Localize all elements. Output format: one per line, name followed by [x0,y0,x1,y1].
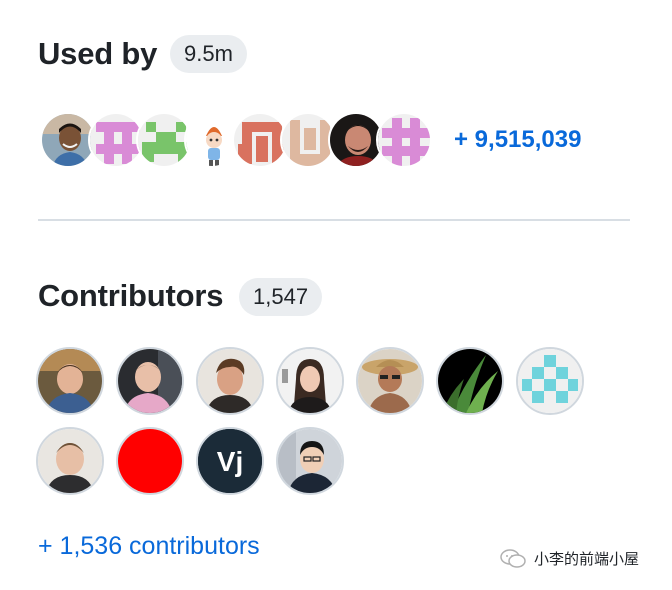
contributor-avatar[interactable] [36,427,104,495]
contributor-avatar[interactable] [116,427,184,495]
dependent-avatar[interactable] [376,112,432,168]
contributor-avatar[interactable] [116,347,184,415]
contributors-heading: Contributors [38,278,224,313]
contributor-avatar[interactable] [276,427,344,495]
contributor-avatar[interactable] [516,347,584,415]
watermark: 小李的前端小屋 [500,548,639,569]
contributor-avatar[interactable] [36,347,104,415]
contributor-avatar[interactable] [196,347,264,415]
contributor-avatar[interactable] [436,347,504,415]
contributor-avatar[interactable] [356,347,424,415]
contributor-avatar[interactable] [276,347,344,415]
section-divider [38,219,630,221]
svg-text:Vj: Vj [217,446,243,477]
contributors-more-link[interactable]: + 1,536 contributors [38,532,260,561]
used-by-more-link[interactable]: + 9,515,039 [454,126,581,154]
contributors-count-badge: 1,547 [239,278,323,316]
used-by-heading: Used by [38,36,158,71]
used-by-count-badge: 9.5m [170,35,247,73]
chat-bubble-icon [500,548,526,569]
contributor-avatar[interactable]: Vj [196,427,264,495]
watermark-text: 小李的前端小屋 [534,551,640,568]
